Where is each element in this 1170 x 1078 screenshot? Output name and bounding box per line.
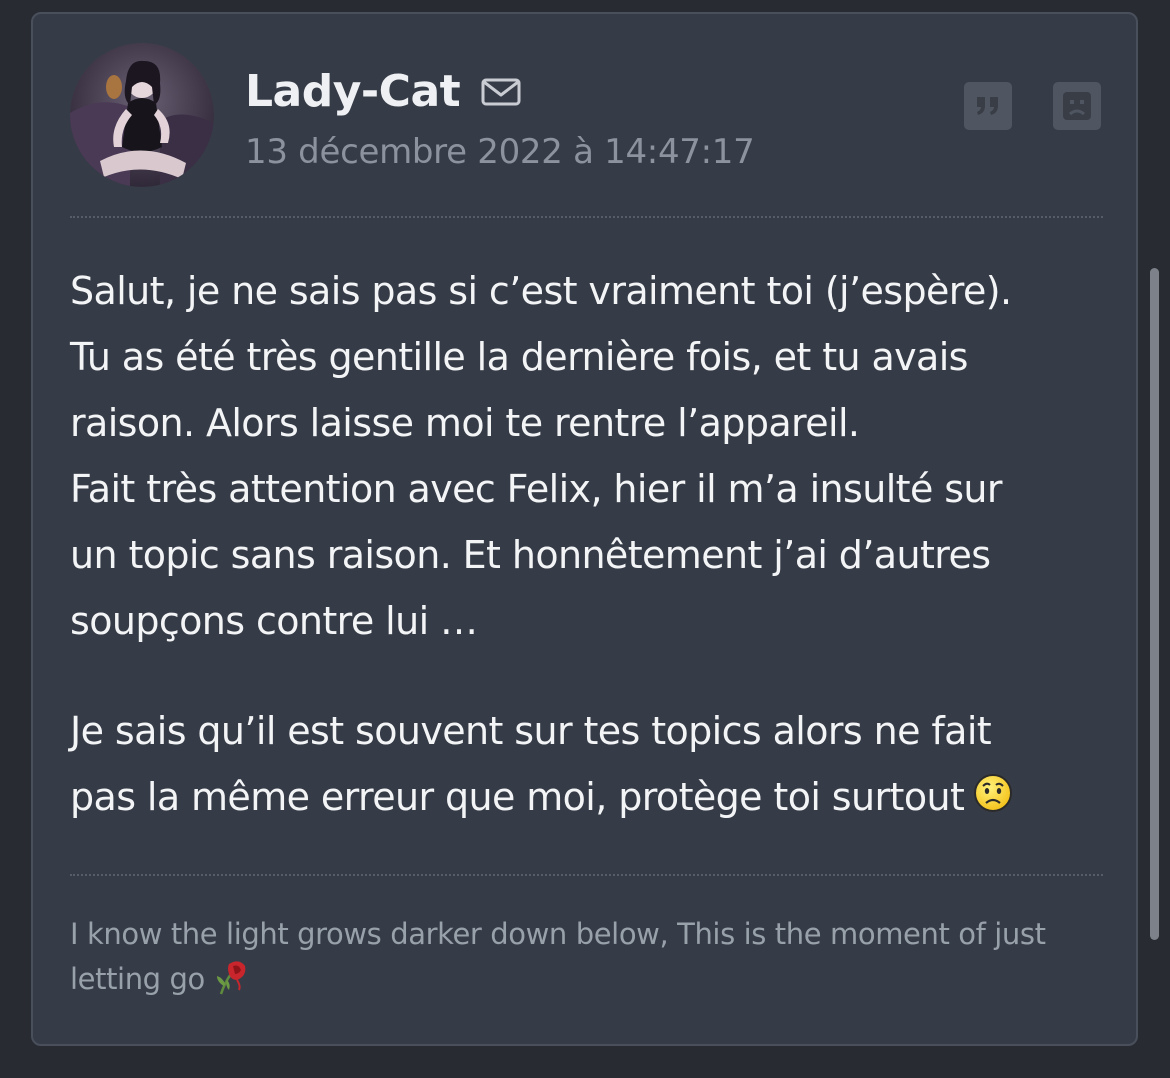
- message-line: un topic sans raison. Et honnêtement j’a…: [70, 533, 991, 577]
- message-line: Tu as été très gentille la dernière fois…: [70, 335, 968, 379]
- signature-line-text: letting go: [70, 962, 205, 996]
- forum-post: Lady-Cat 13 décembre 2022 à 14:47:17 Sal…: [31, 12, 1138, 1046]
- message-body: Salut, je ne sais pas si c’est vraiment …: [70, 258, 1110, 830]
- header-divider: [70, 216, 1103, 218]
- message-line-with-emoji: pas la même erreur que moi, protège toi …: [70, 764, 1110, 830]
- scrollbar[interactable]: [1150, 268, 1159, 940]
- message-line: soupçons contre lui …: [70, 599, 478, 643]
- sad-face-icon: [1063, 92, 1091, 120]
- mail-icon[interactable]: [480, 76, 522, 108]
- report-button[interactable]: [1053, 82, 1101, 130]
- post-date: 13 décembre 2022 à 14:47:17: [245, 132, 755, 172]
- wilted-rose-emoji: [211, 956, 251, 996]
- message-paragraph: Salut, je ne sais pas si c’est vraiment …: [70, 258, 1110, 654]
- message-line: Salut, je ne sais pas si c’est vraiment …: [70, 269, 1012, 313]
- avatar[interactable]: [70, 43, 214, 187]
- signature-divider: [70, 874, 1103, 876]
- quote-icon: [977, 97, 998, 115]
- worried-face-emoji: [972, 772, 1014, 814]
- signature-line-with-emoji: letting go: [70, 957, 1110, 1002]
- message-line-text: pas la même erreur que moi, protège toi …: [70, 775, 965, 819]
- signature: I know the light grows darker down below…: [70, 912, 1110, 1002]
- username[interactable]: Lady-Cat: [245, 64, 461, 120]
- message-line: raison. Alors laisse moi te rentre l’app…: [70, 401, 860, 445]
- signature-line: I know the light grows darker down below…: [70, 917, 1046, 951]
- message-line: Fait très attention avec Felix, hier il …: [70, 467, 1003, 511]
- quote-button[interactable]: [964, 82, 1012, 130]
- message-paragraph: Je sais qu’il est souvent sur tes topics…: [70, 698, 1110, 830]
- message-line: Je sais qu’il est souvent sur tes topics…: [70, 709, 992, 753]
